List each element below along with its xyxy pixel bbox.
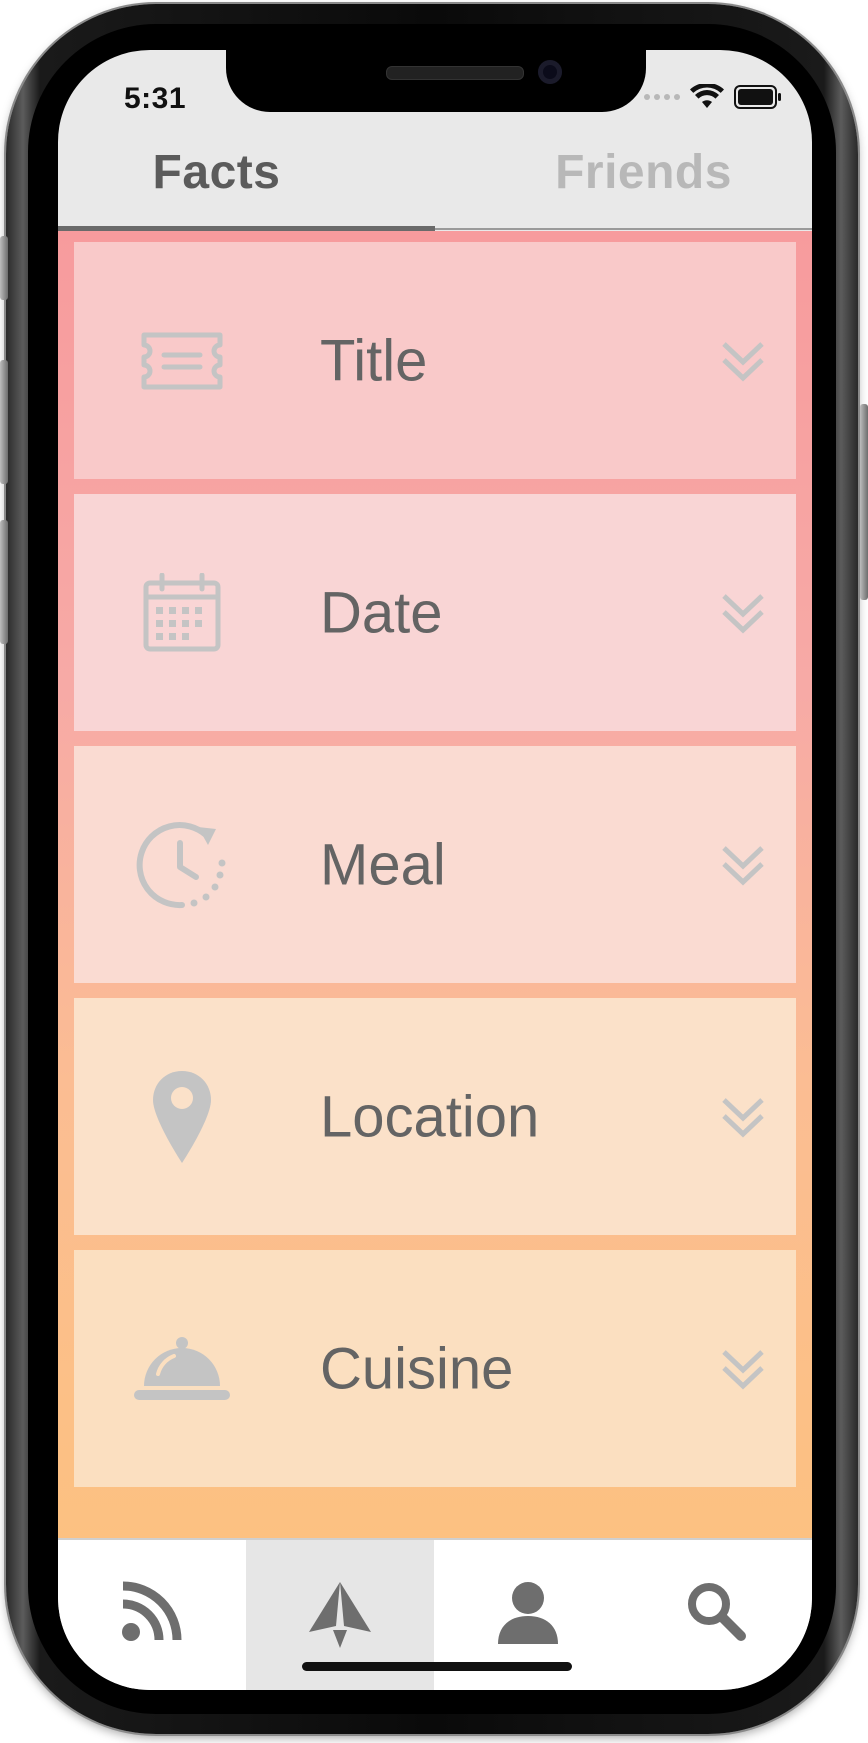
nav-search[interactable] bbox=[622, 1540, 810, 1690]
volume-up-button bbox=[0, 360, 8, 484]
search-icon bbox=[688, 1583, 746, 1641]
fact-item-date[interactable]: Date bbox=[74, 494, 796, 731]
rss-feed-icon bbox=[122, 1581, 182, 1641]
front-camera bbox=[538, 60, 562, 84]
double-chevron-down-icon bbox=[722, 845, 764, 885]
status-indicators bbox=[644, 84, 782, 110]
wifi-icon bbox=[690, 84, 724, 108]
mute-switch bbox=[0, 236, 8, 300]
fact-item-location[interactable]: Location bbox=[74, 998, 796, 1235]
fact-item-label: Cuisine bbox=[320, 1336, 514, 1401]
double-chevron-down-icon bbox=[722, 593, 764, 633]
top-tab-bar: Facts Friends bbox=[58, 112, 812, 232]
paper-plane-icon bbox=[309, 1582, 371, 1648]
tab-divider-line bbox=[435, 228, 812, 230]
power-button bbox=[860, 404, 868, 600]
camera-notch bbox=[226, 50, 646, 112]
calendar-icon bbox=[130, 561, 234, 665]
ticket-icon bbox=[130, 309, 234, 413]
food-cloche-icon bbox=[130, 1317, 234, 1421]
fact-item-title[interactable]: Title bbox=[74, 242, 796, 479]
nav-feed[interactable] bbox=[58, 1540, 246, 1690]
volume-down-button bbox=[0, 520, 8, 644]
double-chevron-down-icon bbox=[722, 1097, 764, 1137]
battery-icon bbox=[734, 85, 781, 109]
status-time: 5:31 bbox=[124, 82, 187, 115]
map-pin-icon bbox=[130, 1065, 234, 1169]
home-indicator[interactable] bbox=[302, 1662, 572, 1671]
clock-icon bbox=[130, 813, 234, 917]
fact-item-label: Title bbox=[320, 328, 428, 393]
double-chevron-down-icon bbox=[722, 341, 764, 381]
fact-item-cuisine[interactable]: Cuisine bbox=[74, 1250, 796, 1487]
tab-facts[interactable]: Facts bbox=[58, 112, 435, 232]
facts-list: Title Date Meal Location Cuisine bbox=[58, 231, 812, 1538]
fact-item-label: Date bbox=[320, 580, 443, 645]
user-icon bbox=[498, 1582, 558, 1644]
fact-item-meal[interactable]: Meal bbox=[74, 746, 796, 983]
tab-friends[interactable]: Friends bbox=[435, 112, 812, 232]
signal-dots-icon bbox=[644, 94, 680, 100]
fact-item-label: Location bbox=[320, 1084, 540, 1149]
speaker-grille bbox=[386, 66, 524, 80]
double-chevron-down-icon bbox=[722, 1349, 764, 1389]
fact-item-label: Meal bbox=[320, 832, 446, 897]
app-screen: 5:31 Facts Friends Title Date Meal Locat… bbox=[58, 50, 812, 1690]
